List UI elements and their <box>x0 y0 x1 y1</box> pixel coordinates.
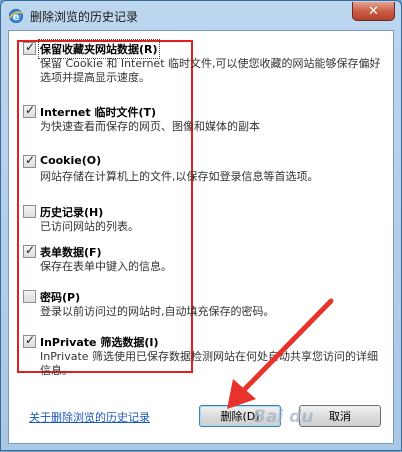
pointer-arrow <box>227 298 334 409</box>
dialog-window: e 删除浏览的历史记录 ✕ 保留收藏夹网站数据(R)保留 Cookie 和 In… <box>0 0 402 451</box>
